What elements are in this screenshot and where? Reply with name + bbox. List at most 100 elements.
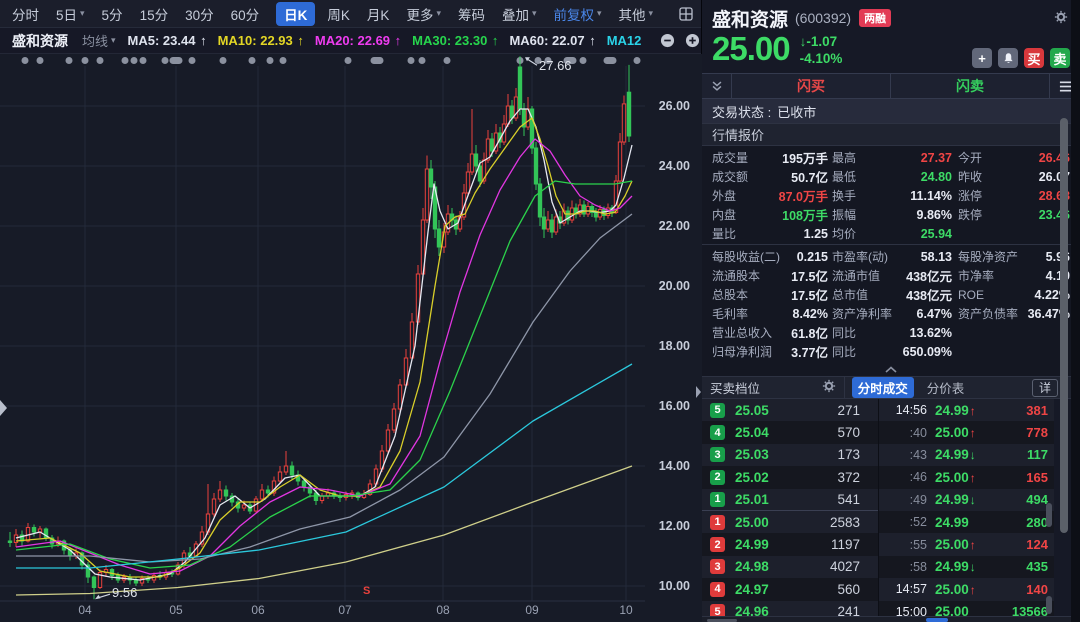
tool-其他[interactable]: 其他▾ bbox=[619, 4, 654, 24]
tick-row[interactable]: :5224.99280 bbox=[879, 511, 1054, 533]
period-tab-月K[interactable]: 月K bbox=[367, 4, 390, 24]
event-dot[interactable] bbox=[419, 57, 426, 64]
flash-sell-button[interactable]: 闪卖 bbox=[891, 74, 1050, 98]
fin-label: ROE bbox=[958, 288, 984, 302]
bid-row[interactable]: 424.97560 bbox=[702, 578, 878, 600]
quote-cell: 量比1.25 bbox=[712, 225, 828, 242]
tick-row[interactable]: :4924.99↓494 bbox=[879, 489, 1054, 511]
detail-button[interactable]: 详 bbox=[1032, 379, 1058, 397]
chevron-down-icon: ▾ bbox=[80, 8, 85, 19]
period-tab-5日[interactable]: 5日▾ bbox=[56, 4, 85, 24]
period-tab-分时[interactable]: 分时 bbox=[12, 4, 39, 24]
candlestick-chart[interactable]: 26.0024.0022.0020.0018.0016.0014.0012.00… bbox=[0, 54, 702, 622]
ask-row[interactable]: 125.01541 bbox=[702, 489, 878, 511]
plus-circle-icon[interactable] bbox=[682, 31, 701, 51]
tick-row[interactable]: 14:5624.99↑381 bbox=[879, 399, 1054, 421]
minus-circle-icon[interactable] bbox=[657, 31, 677, 51]
panel-scrollbar[interactable] bbox=[1060, 118, 1068, 533]
event-dot[interactable] bbox=[580, 57, 587, 64]
tick-row[interactable]: :4625.00↑165 bbox=[879, 466, 1054, 488]
tool-叠加[interactable]: 叠加▾ bbox=[502, 4, 537, 24]
ask-row[interactable]: 525.05271 bbox=[702, 399, 878, 421]
event-dot[interactable] bbox=[220, 57, 227, 64]
period-tab-周K[interactable]: 周K bbox=[327, 4, 350, 24]
event-dot[interactable] bbox=[634, 57, 641, 64]
margin-badge: 两融 bbox=[859, 9, 891, 27]
fin-value: 17.5亿 bbox=[791, 285, 828, 304]
fin-value: 58.13 bbox=[921, 250, 952, 264]
tick-row[interactable]: 14:5725.00↑140 bbox=[879, 578, 1054, 600]
annotation-high: 27.66 bbox=[539, 58, 572, 73]
period-tab-日K[interactable]: 日K bbox=[276, 2, 315, 26]
ask-price: 25.02 bbox=[735, 470, 769, 485]
quote-value: 108万手 bbox=[782, 205, 828, 224]
period-tab-更多[interactable]: 更多▾ bbox=[406, 4, 441, 24]
bid-row[interactable]: 324.984027 bbox=[702, 556, 878, 578]
event-dot[interactable] bbox=[280, 57, 287, 64]
ask-level-badge: 4 bbox=[710, 425, 725, 440]
tick-row[interactable]: :4324.99↓117 bbox=[879, 444, 1054, 466]
event-dot[interactable] bbox=[170, 57, 183, 64]
tick-row[interactable]: :4025.00↑778 bbox=[879, 421, 1054, 443]
fin-label: 总股本 bbox=[712, 286, 748, 303]
gear-icon[interactable] bbox=[822, 379, 836, 396]
ma-selector[interactable]: 均线▾ bbox=[82, 31, 116, 50]
collapse-chevron-up-icon[interactable] bbox=[702, 362, 1080, 377]
grid-icon[interactable] bbox=[678, 4, 694, 24]
bid-level-badge: 1 bbox=[710, 515, 725, 530]
event-dot[interactable] bbox=[22, 57, 29, 64]
event-dot[interactable] bbox=[97, 57, 104, 64]
bid-volume: 1197 bbox=[831, 537, 860, 552]
event-dot[interactable] bbox=[604, 57, 617, 64]
event-dot[interactable] bbox=[37, 57, 44, 64]
fin-value: 8.42% bbox=[793, 307, 828, 321]
fin-label: 同比 bbox=[832, 324, 856, 341]
tab-分时成交[interactable]: 分时成交 bbox=[852, 377, 914, 398]
quote-row: 量比1.25均价25.94 bbox=[702, 224, 1080, 243]
period-tab-30分[interactable]: 30分 bbox=[185, 4, 214, 24]
event-dot[interactable] bbox=[131, 57, 138, 64]
tick-time: 14:56 bbox=[879, 403, 927, 417]
fin-value: 650.09% bbox=[903, 345, 952, 359]
period-tab-5分[interactable]: 5分 bbox=[102, 4, 123, 24]
add-watchlist-button[interactable]: + bbox=[972, 48, 992, 68]
bid-row[interactable]: 224.991197 bbox=[702, 533, 878, 555]
period-tab-60分[interactable]: 60分 bbox=[231, 4, 260, 24]
ask-row[interactable]: 225.02372 bbox=[702, 466, 878, 488]
tool-前复权[interactable]: 前复权▾ bbox=[554, 4, 602, 24]
event-dot[interactable] bbox=[162, 57, 169, 64]
flash-buy-button[interactable]: 闪买 bbox=[732, 74, 891, 98]
event-dot[interactable] bbox=[267, 57, 274, 64]
tick-row[interactable]: :5525.00↑124 bbox=[879, 533, 1054, 555]
event-dot[interactable] bbox=[66, 57, 73, 64]
tick-time: :40 bbox=[879, 426, 927, 440]
ask-volume: 173 bbox=[837, 447, 860, 462]
sell-button[interactable]: 卖 bbox=[1050, 48, 1070, 68]
tick-volume: 124 bbox=[1026, 537, 1048, 552]
event-dot[interactable] bbox=[371, 57, 384, 64]
event-dot[interactable] bbox=[408, 57, 415, 64]
period-tab-15分[interactable]: 15分 bbox=[140, 4, 169, 24]
gear-icon[interactable] bbox=[1054, 10, 1068, 27]
event-dot[interactable] bbox=[140, 57, 147, 64]
event-dot[interactable] bbox=[82, 57, 89, 64]
ask-row[interactable]: 425.04570 bbox=[702, 421, 878, 443]
buy-button[interactable]: 买 bbox=[1024, 48, 1044, 68]
ticks-scrollbar[interactable] bbox=[1046, 503, 1052, 527]
bid-row[interactable]: 125.002583 bbox=[702, 511, 878, 533]
quote-label: 均价 bbox=[832, 225, 856, 242]
alert-bell-button[interactable] bbox=[998, 48, 1018, 68]
event-dot[interactable] bbox=[249, 57, 256, 64]
fin-label: 资产净利率 bbox=[832, 305, 892, 322]
tick-row[interactable]: :5824.99↓435 bbox=[879, 556, 1054, 578]
event-dot[interactable] bbox=[345, 57, 352, 64]
tool-筹码[interactable]: 筹码 bbox=[458, 4, 485, 24]
event-dot[interactable] bbox=[444, 57, 451, 64]
event-dot[interactable] bbox=[189, 57, 196, 64]
tab-分价表[interactable]: 分价表 bbox=[921, 377, 971, 398]
event-dot[interactable] bbox=[122, 57, 129, 64]
expand-down-icon[interactable] bbox=[702, 74, 732, 98]
ask-row[interactable]: 325.03173 bbox=[702, 444, 878, 466]
orderbook-header: 买卖档位 分时成交分价表 详 bbox=[702, 377, 1080, 399]
ticks-scrollbar-bottom[interactable] bbox=[1046, 596, 1052, 614]
